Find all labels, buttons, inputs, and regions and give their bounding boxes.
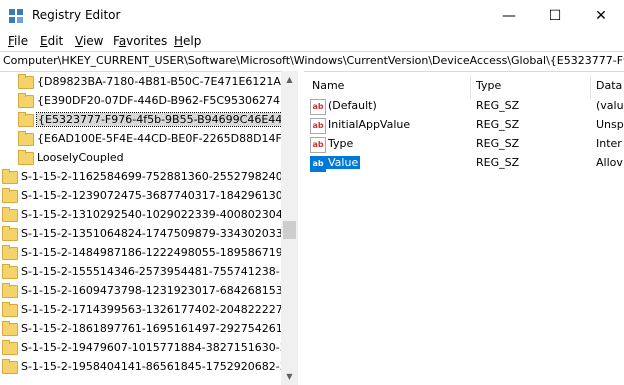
tree-item-label: {E5323777-F976-4f5b-9B55-B94699C46E44}: [35, 112, 292, 127]
tree-item-label: S-1-15-2-1239072475-3687740317-184296130…: [21, 189, 299, 202]
folder-icon: [18, 74, 34, 89]
window-title: Registry Editor: [32, 8, 121, 22]
value-name: Value: [326, 156, 361, 169]
folder-icon: [2, 207, 18, 222]
folder-icon: [18, 131, 34, 146]
folder-icon: [18, 112, 34, 127]
menu-view-accel: V: [75, 34, 83, 48]
tree-item-label: S-1-15-2-1351064824-1747509879-334302033…: [21, 227, 299, 240]
menu-favorites[interactable]: Favorites: [113, 34, 167, 48]
menu-edit-label: dit: [47, 34, 64, 48]
scroll-down-icon[interactable]: ▼: [281, 368, 298, 385]
tree-item-label: S-1-15-2-1861897761-1695161497-292754261…: [21, 322, 299, 335]
values-list: Name Type Data ab (Default) REG_SZ (valu…: [304, 71, 624, 385]
maximize-button[interactable]: ☐: [532, 0, 578, 32]
value-type: REG_SZ: [476, 156, 520, 169]
menu-view-label: iew: [82, 34, 104, 48]
tree-item-label: S-1-15-2-1310292540-1029022339-400802304…: [21, 208, 299, 221]
minimize-icon: —: [502, 8, 516, 24]
column-divider[interactable]: [470, 75, 471, 99]
close-icon: ✕: [595, 8, 607, 24]
scrollbar-thumb[interactable]: [283, 221, 296, 239]
tree-item-label: {E390DF20-07DF-446D-B962-F5C953062741}: [37, 94, 295, 107]
tree-item-label: S-1-15-2-19479607-1015771884-3827151630-…: [21, 341, 299, 354]
menu-bar: File Edit View Favorites Help: [0, 32, 624, 51]
value-data: Inter: [596, 137, 622, 150]
title-bar: Registry Editor — ☐ ✕: [0, 0, 624, 32]
value-row-selected[interactable]: ab Value REG_SZ Allov: [304, 155, 624, 173]
close-button[interactable]: ✕: [578, 0, 624, 32]
tree-item-label: {D89823BA-7180-4B81-B50C-7E471E6121A3}: [37, 75, 295, 88]
address-bar[interactable]: Computer\HKEY_CURRENT_USER\Software\Micr…: [0, 51, 624, 72]
menu-favorites-tail: vorites: [126, 34, 168, 48]
column-header-data[interactable]: Data: [596, 79, 622, 92]
string-value-icon: ab: [310, 137, 326, 153]
column-divider[interactable]: [590, 75, 591, 99]
menu-view[interactable]: View: [75, 34, 103, 48]
tree-item-label: S-1-15-2-1162584699-752881360-2552798240…: [21, 170, 299, 183]
column-header-name[interactable]: Name: [312, 79, 344, 92]
key-tree: {D89823BA-7180-4B81-B50C-7E471E6121A3} {…: [0, 71, 299, 385]
value-data: Unsp: [596, 118, 624, 131]
folder-icon: [2, 302, 18, 317]
tree-scrollbar[interactable]: ▲ ▼: [281, 71, 298, 385]
menu-help-label: elp: [183, 34, 202, 48]
folder-icon: [18, 93, 34, 108]
folder-icon: [2, 245, 18, 260]
column-header-type[interactable]: Type: [476, 79, 501, 92]
value-name: Type: [328, 137, 354, 150]
menu-file-label: ile: [14, 34, 29, 48]
tree-item-label: S-1-15-2-1958404141-86561845-1752920682-…: [21, 360, 299, 373]
value-name: (Default): [328, 99, 377, 112]
scroll-up-icon[interactable]: ▲: [281, 71, 298, 88]
maximize-icon: ☐: [548, 8, 562, 24]
tree-item-label: S-1-15-2-1484987186-1222498055-189586719…: [21, 246, 299, 259]
folder-icon: [2, 169, 18, 184]
folder-icon: [2, 283, 18, 298]
menu-edit-accel: E: [40, 34, 48, 48]
tree-item-label: S-1-15-2-1714399563-1326177402-204822227…: [21, 303, 299, 316]
registry-editor-icon: [9, 9, 23, 23]
address-path[interactable]: Computer\HKEY_CURRENT_USER\Software\Micr…: [3, 54, 624, 67]
folder-icon: [2, 264, 18, 279]
menu-favorites-label: avorites: [119, 34, 167, 48]
tree-item-label: LooselyCoupled: [37, 151, 124, 164]
value-row[interactable]: ab (Default) REG_SZ (valu: [304, 98, 624, 116]
tree-item-label: {E6AD100E-5F4E-44CD-BE0F-2265D88D14F5}: [37, 132, 296, 145]
menu-file[interactable]: File: [8, 34, 28, 48]
value-name: InitialAppValue: [328, 118, 411, 131]
value-type: REG_SZ: [476, 137, 520, 150]
folder-icon: [2, 188, 18, 203]
folder-icon: [2, 359, 18, 374]
tree-item-label: S-1-15-2-155514346-2573954481-755741238-…: [21, 265, 299, 278]
folder-icon: [2, 321, 18, 336]
menu-help-accel: H: [174, 34, 184, 48]
value-row[interactable]: ab InitialAppValue REG_SZ Unsp: [304, 117, 624, 135]
value-data: (valu: [596, 99, 624, 112]
folder-icon: [2, 340, 18, 355]
value-type: REG_SZ: [476, 118, 520, 131]
string-value-icon: ab: [310, 118, 326, 134]
string-value-icon: ab: [310, 99, 326, 115]
menu-help[interactable]: Help: [174, 34, 201, 48]
minimize-button[interactable]: —: [486, 0, 532, 32]
folder-icon: [18, 150, 34, 165]
menu-edit[interactable]: Edit: [40, 34, 63, 48]
value-row[interactable]: ab Type REG_SZ Inter: [304, 136, 624, 154]
tree-item-label: S-1-15-2-1609473798-1231923017-684268153…: [21, 284, 299, 297]
value-data: Allov: [596, 156, 623, 169]
value-type: REG_SZ: [476, 99, 520, 112]
folder-icon: [2, 226, 18, 241]
string-value-icon: ab: [310, 156, 326, 172]
